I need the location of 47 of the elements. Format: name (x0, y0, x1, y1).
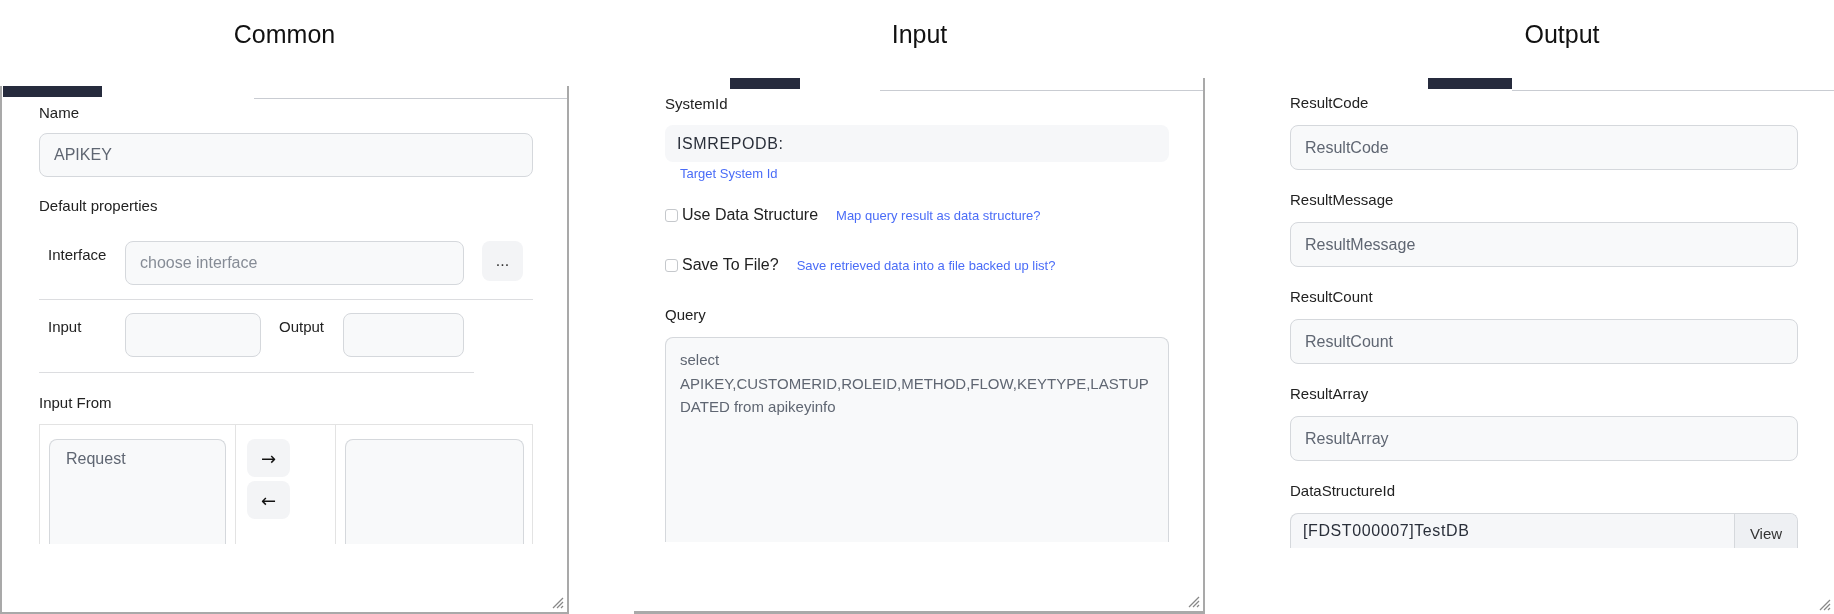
view-button[interactable]: View (1734, 514, 1797, 548)
input-field[interactable] (125, 313, 261, 357)
system-id-field[interactable]: ISMREPODB: (665, 125, 1169, 162)
tab-indicator[interactable] (3, 86, 102, 97)
name-field[interactable]: APIKEY (39, 133, 533, 177)
resize-grip-icon[interactable] (1819, 599, 1831, 611)
helper-text: Target System Id (679, 166, 779, 181)
target-list[interactable] (345, 439, 524, 544)
text-field[interactable]: ResultMessage (1290, 222, 1798, 267)
panel-title: Output (1524, 20, 1600, 49)
checkbox-label: Use Data Structure (682, 206, 819, 224)
source-list[interactable]: Request (49, 439, 226, 544)
panel-title: Common (233, 20, 336, 49)
resize-grip-icon[interactable] (552, 597, 564, 609)
interface-field[interactable]: choose interface (125, 241, 464, 285)
field-label: Input (47, 317, 83, 337)
text-field[interactable]: ResultArray (1290, 416, 1798, 461)
field-label: ResultArray (1290, 384, 1370, 404)
checkbox-label: Save To File? (682, 256, 779, 274)
tab-indicator[interactable] (1428, 78, 1512, 89)
move-button[interactable]: → (247, 439, 290, 477)
field-label: SystemId (665, 94, 729, 114)
field-label: ResultCode (1290, 93, 1370, 113)
field-label: DataStructureId (1290, 481, 1397, 501)
list-item[interactable]: Request (66, 450, 209, 468)
output-field[interactable] (343, 313, 464, 357)
field-label: Query (665, 305, 707, 325)
section-label: Input From (39, 393, 113, 413)
more-button[interactable]: ... (482, 241, 523, 281)
section-label: Default properties (39, 196, 159, 216)
field-label: ResultCount (1290, 287, 1374, 307)
text-field[interactable]: ResultCode (1290, 125, 1798, 170)
checkbox[interactable] (665, 258, 678, 272)
checkbox[interactable] (665, 208, 678, 222)
query-field[interactable]: select APIKEY,CUSTOMERID,ROLEID,METHOD,FLOW,KEYTYPE,LASTUPDATED from apikeyinfo (665, 337, 1169, 542)
text-field[interactable]: ResultCount (1290, 319, 1798, 364)
field-label: ResultMessage (1290, 190, 1395, 210)
value-field[interactable]: [FDST000007]TestDB (1291, 514, 1734, 548)
tab-indicator[interactable] (730, 78, 800, 89)
panel-title: Input (891, 20, 948, 49)
helper-text: Map query result as data structure? (836, 207, 1041, 223)
field-label: Name (39, 103, 80, 123)
field-label: Interface (47, 245, 108, 265)
resize-grip-icon[interactable] (1188, 596, 1200, 608)
field-label: Output (279, 317, 326, 337)
move-button[interactable]: ← (247, 481, 290, 519)
helper-text: Save retrieved data into a file backed up list? (796, 257, 1056, 273)
